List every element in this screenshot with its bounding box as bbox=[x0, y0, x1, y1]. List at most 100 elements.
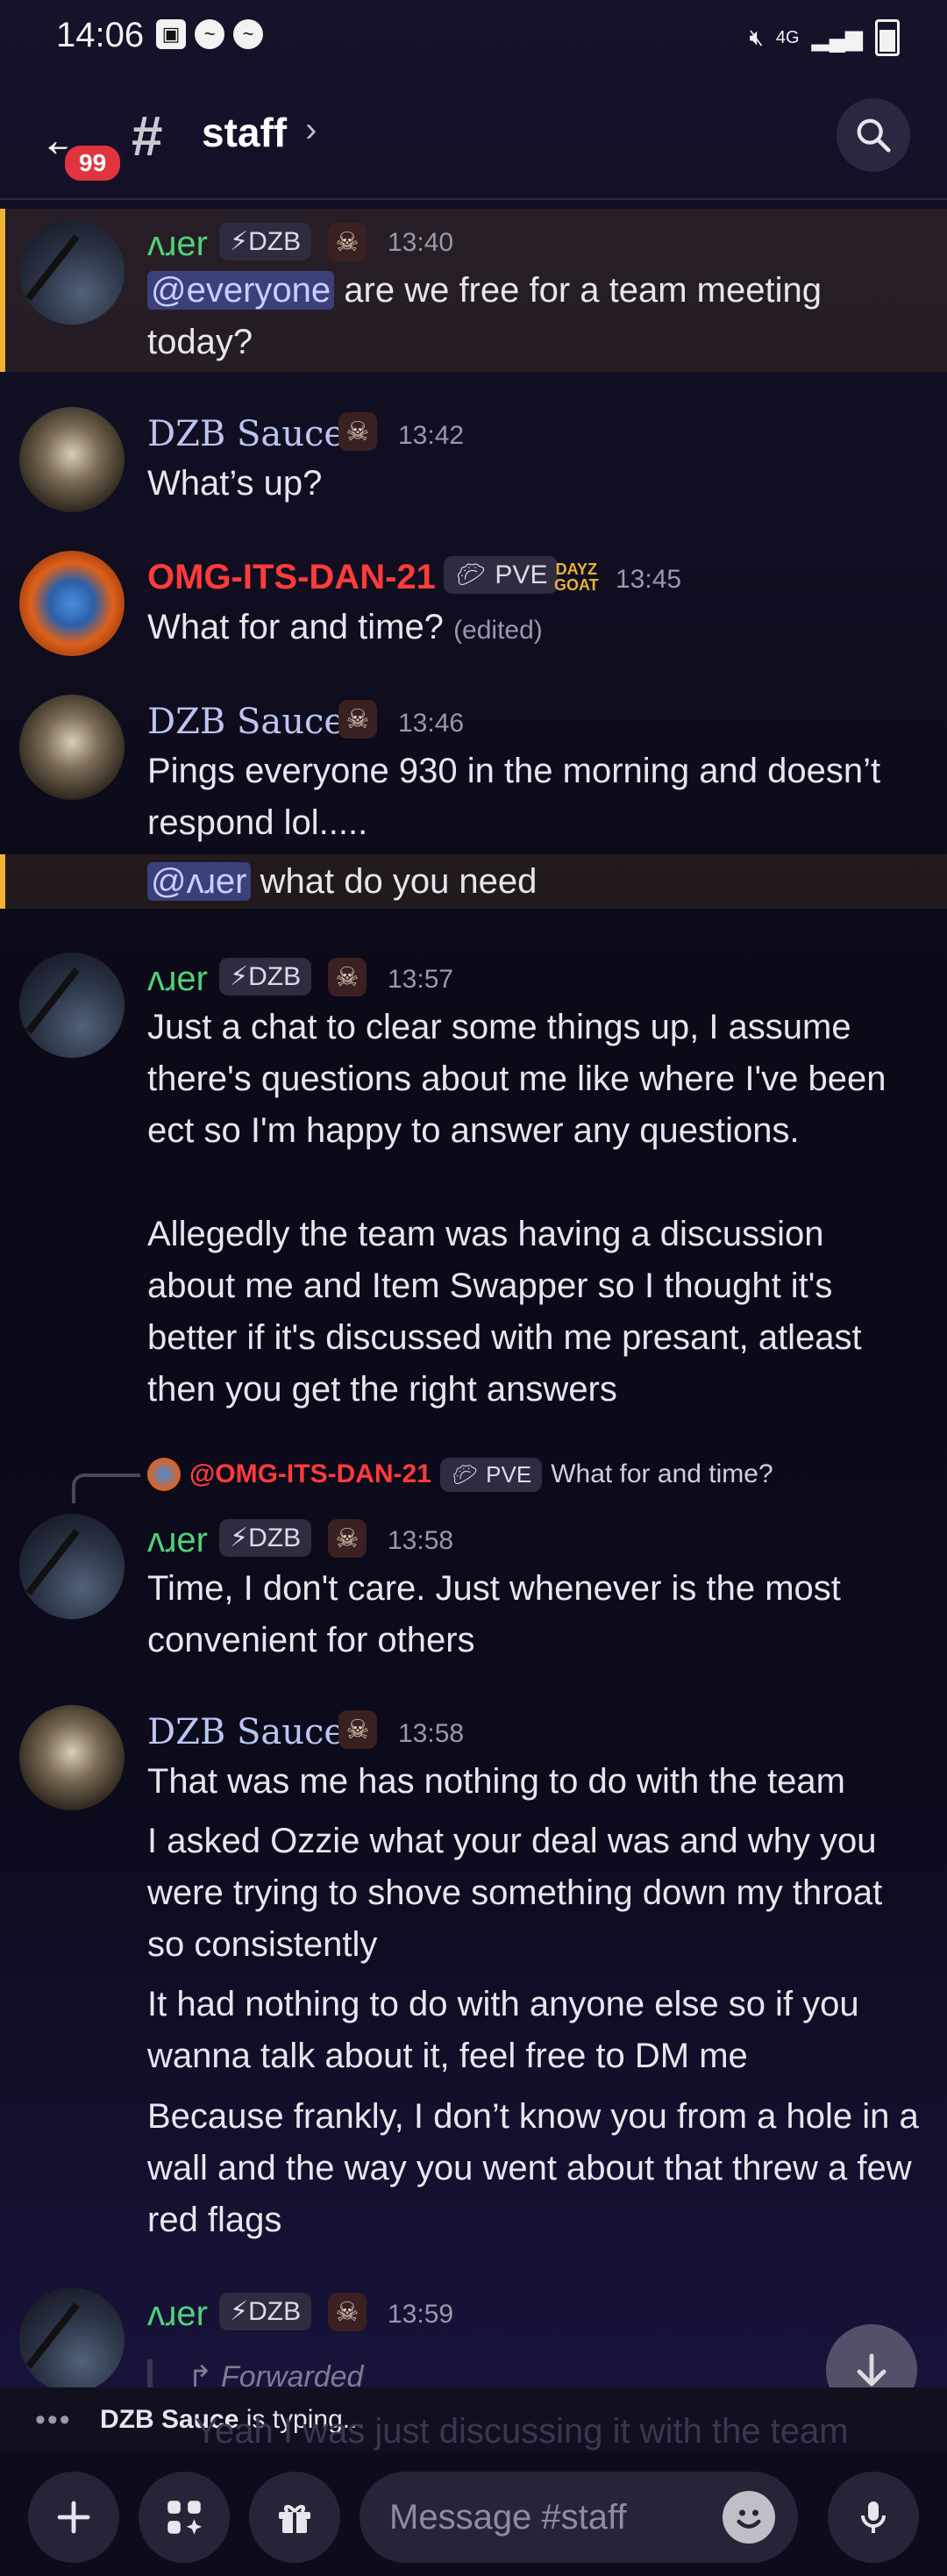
bolt-icon: ⚡ bbox=[230, 227, 249, 256]
skull-emoji-icon: ☠ bbox=[338, 412, 377, 451]
message-mention-highlight[interactable]: ʌɹer ⚡DZB ☠ 13:40 @everyone are we free … bbox=[0, 209, 947, 372]
message-text: Time, I don't care. Just whenever is the… bbox=[147, 1569, 851, 1659]
signal-icon: ▂▄▆ bbox=[811, 24, 863, 51]
message-author[interactable]: ʌɹer bbox=[147, 225, 208, 264]
message-text: That was me has nothing to do with the t… bbox=[147, 1762, 845, 1801]
avatar[interactable] bbox=[19, 219, 125, 325]
message-author[interactable]: ʌɹer bbox=[147, 960, 208, 999]
avatar[interactable] bbox=[19, 2287, 125, 2393]
message-mention-highlight[interactable]: @ʌɹer what do you need bbox=[0, 854, 947, 909]
skull-emoji-icon: ☠ bbox=[338, 1710, 377, 1749]
skull-emoji-icon: ☠ bbox=[328, 958, 367, 996]
skull-emoji-icon: ☠ bbox=[338, 700, 377, 739]
gift-button[interactable] bbox=[249, 2472, 340, 2563]
voice-message-button[interactable] bbox=[828, 2472, 919, 2563]
message[interactable]: ʌɹer ⚡DZB ☠ 13:58 Time, I don't care. Ju… bbox=[0, 1507, 947, 1659]
message-author[interactable]: ʌɹer bbox=[147, 2294, 208, 2334]
gift-icon bbox=[279, 2505, 310, 2533]
avatar[interactable] bbox=[19, 407, 125, 512]
reply-author[interactable]: @OMG-ITS-DAN-21 bbox=[189, 1459, 431, 1489]
system-icons: 🔇︎ 4G ▂▄▆ bbox=[749, 19, 900, 56]
typing-dots-icon: ••• bbox=[35, 2403, 72, 2437]
edited-label: (edited) bbox=[453, 616, 543, 645]
avatar[interactable] bbox=[19, 953, 125, 1058]
avatar[interactable] bbox=[19, 1514, 125, 1619]
gallery-icon: ▣ bbox=[156, 19, 186, 49]
emoji-icon[interactable] bbox=[723, 2491, 775, 2544]
network-label: 4G bbox=[775, 27, 800, 47]
message-author[interactable]: DZB Sauce bbox=[147, 1712, 345, 1752]
message-time: 13:45 bbox=[616, 565, 682, 594]
channel-header: ← 99 # staff › bbox=[0, 75, 947, 198]
message-text: Pings everyone 930 in the morning and do… bbox=[147, 752, 891, 842]
reply-preview[interactable]: @OMG-ITS-DAN-21 🥟︎ PVE What for and time… bbox=[147, 1452, 773, 1496]
message-author[interactable]: OMG-ITS-DAN-21 bbox=[147, 558, 436, 597]
message-input-placeholder: Message #staff bbox=[389, 2498, 627, 2537]
avatar[interactable] bbox=[19, 1705, 125, 1810]
message-text: What for and time? (edited) bbox=[147, 608, 543, 646]
message-text: Because frankly, I don’t know you from a… bbox=[147, 2097, 929, 2239]
battery-icon bbox=[875, 19, 900, 56]
message-time: 13:46 bbox=[398, 709, 465, 738]
message-text: I asked Ozzie what your deal was and why… bbox=[147, 1822, 893, 1964]
message-author[interactable]: ʌɹer bbox=[147, 1521, 208, 1560]
message[interactable]: DZB Sauce ☠ 13:58 That was me has nothin… bbox=[0, 1698, 947, 2242]
faded-message-text: Yeah I was just discussing it with the t… bbox=[195, 2412, 849, 2451]
reply-connector bbox=[72, 1474, 140, 1503]
apps-icon bbox=[167, 2501, 203, 2535]
message[interactable]: DZB Sauce ☠ 13:46 Pings everyone 930 in … bbox=[0, 688, 947, 854]
status-time: 14:06 bbox=[56, 16, 145, 54]
pve-icon: 🥟︎ bbox=[454, 560, 495, 589]
message-time: 13:59 bbox=[388, 2300, 454, 2329]
skull-emoji-icon: ☠ bbox=[328, 1519, 367, 1558]
mention[interactable]: @everyone bbox=[147, 271, 335, 310]
search-icon bbox=[857, 118, 891, 153]
status-bar: 14:06 ▣ ~ ~ 🔇︎ 4G ▂▄▆ bbox=[0, 0, 947, 75]
avatar[interactable] bbox=[19, 695, 125, 800]
channel-name[interactable]: staff bbox=[202, 109, 287, 156]
reply-avatar bbox=[147, 1458, 181, 1491]
message-time: 13:57 bbox=[388, 965, 454, 994]
bolt-icon: ⚡ bbox=[230, 2297, 249, 2326]
unread-badge: 99 bbox=[61, 142, 125, 184]
search-button[interactable] bbox=[837, 98, 910, 172]
bolt-icon: ⚡ bbox=[230, 1523, 249, 1552]
notification-icons: ▣ ~ ~ bbox=[156, 19, 263, 49]
message-input[interactable]: Message #staff bbox=[360, 2472, 798, 2563]
message-text: It had nothing to do with anyone else so… bbox=[147, 1985, 869, 2075]
reply-text: What for and time? bbox=[551, 1459, 773, 1488]
role-tag: 🥟︎ PVE bbox=[439, 1457, 543, 1492]
message-time: 13:58 bbox=[398, 1719, 465, 1748]
avatar[interactable] bbox=[19, 551, 125, 656]
message-text: Just a chat to clear some things up, I a… bbox=[147, 1008, 886, 1409]
header-divider bbox=[0, 198, 947, 200]
message-time: 13:42 bbox=[398, 421, 465, 450]
chevron-right-icon[interactable]: › bbox=[305, 111, 317, 150]
mute-icon: 🔇︎ bbox=[749, 24, 764, 50]
apps-button[interactable] bbox=[139, 2472, 230, 2563]
message-text: What’s up? bbox=[147, 464, 323, 503]
role-tag: ⚡DZB bbox=[219, 2293, 312, 2330]
mention[interactable]: @ʌɹer bbox=[147, 862, 251, 901]
skull-emoji-icon: ☠ bbox=[328, 2293, 367, 2331]
message-composer: Message #staff bbox=[0, 2452, 947, 2576]
message-text: @everyone are we free for a team meeting… bbox=[147, 271, 832, 361]
dayz-goat-badge: DAYZ GOAT bbox=[554, 560, 599, 594]
plus-icon bbox=[57, 2501, 90, 2534]
messenger-icon: ~ bbox=[195, 19, 224, 49]
message-author[interactable]: DZB Sauce bbox=[147, 414, 345, 454]
message-text: @ʌɹer what do you need bbox=[147, 856, 919, 908]
message-author[interactable]: DZB Sauce bbox=[147, 702, 345, 742]
skull-emoji-icon: ☠ bbox=[328, 223, 367, 261]
add-attachment-button[interactable] bbox=[28, 2472, 119, 2563]
message[interactable]: ʌɹer ⚡DZB ☠ 13:57 Just a chat to clear s… bbox=[0, 945, 947, 1419]
message[interactable]: DZB Sauce ☠ 13:42 What’s up? bbox=[0, 400, 947, 514]
message-time: 13:58 bbox=[388, 1526, 454, 1555]
bolt-icon: ⚡ bbox=[230, 962, 249, 991]
message[interactable]: OMG-ITS-DAN-21 🥟︎ PVE DAYZ GOAT 13:45 Wha… bbox=[0, 544, 947, 658]
role-tag: 🥟︎ PVE bbox=[444, 556, 559, 594]
message-time: 13:40 bbox=[388, 228, 454, 257]
messenger-icon: ~ bbox=[233, 19, 263, 49]
role-tag: ⚡DZB bbox=[219, 223, 312, 260]
role-tag: ⚡DZB bbox=[219, 958, 312, 995]
